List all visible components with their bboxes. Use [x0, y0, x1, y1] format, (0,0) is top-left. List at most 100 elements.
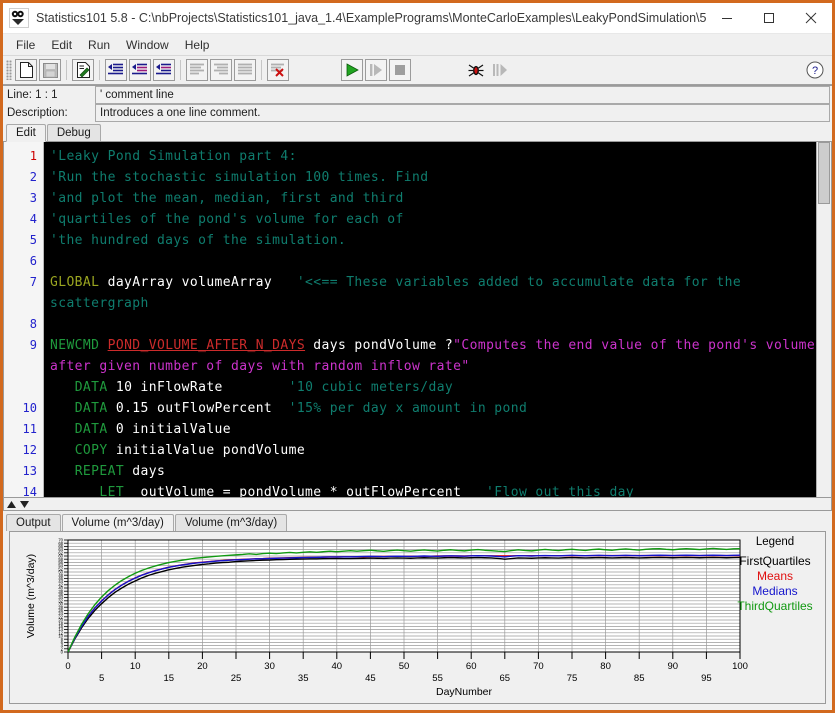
edit-icon[interactable]: [72, 59, 94, 81]
tab-edit[interactable]: Edit: [6, 124, 46, 142]
application-window: Statistics101 5.8 - C:\nbProjects\Statis…: [0, 0, 835, 713]
x-tick-label: 80: [600, 661, 611, 672]
scroll-arrows: [4, 500, 30, 509]
code-line: DATA 0.15 outFlowPercent '15% per day x …: [50, 398, 831, 419]
tab-output[interactable]: Output: [6, 514, 61, 531]
tab-volume-chart-2[interactable]: Volume (m^3/day): [175, 514, 287, 531]
tab-volume-chart-1[interactable]: Volume (m^3/day): [62, 514, 174, 531]
svg-text:?: ?: [812, 65, 818, 77]
code-token: LET: [50, 485, 124, 497]
description-label: Description:: [3, 104, 95, 122]
y-tick-label: 70: [58, 538, 63, 543]
step-icon[interactable]: [365, 59, 387, 81]
editor-vertical-scrollbar[interactable]: [816, 142, 831, 497]
legend-item-thirdquartiles[interactable]: ThirdQuartiles: [727, 599, 823, 613]
code-line: LET outVolume = pondVolume * outFlowPerc…: [50, 482, 831, 497]
new-file-icon[interactable]: [15, 59, 37, 81]
x-tick-label: 50: [399, 661, 410, 672]
code-line: 'Run the stochastic simulation 100 times…: [50, 167, 831, 188]
scroll-down-arrow-icon[interactable]: [19, 500, 30, 509]
toolbar-group-indent: [104, 59, 176, 81]
code-token: initialValue pondVolume: [108, 443, 305, 458]
line-label: Line: 1 : 1: [3, 86, 95, 104]
align-left-icon[interactable]: [186, 59, 208, 81]
align-right-icon[interactable]: [210, 59, 232, 81]
align-block-icon[interactable]: [234, 59, 256, 81]
code-token: 'Leaky Pond Simulation part 4:: [50, 149, 297, 164]
x-tick-label: 75: [567, 673, 578, 684]
code-line: NEWCMD POND_VOLUME_AFTER_N_DAYS days pon…: [50, 335, 831, 377]
code-token: DATA: [50, 380, 108, 395]
code-token: outVolume = pondVolume * outFlowPercent: [124, 485, 486, 497]
indent-line-icon[interactable]: [153, 59, 175, 81]
x-tick-label: 65: [500, 673, 511, 684]
menu-window[interactable]: Window: [118, 36, 177, 54]
legend-item-firstquartiles[interactable]: FirstQuartiles: [727, 554, 823, 568]
line-number: 4: [4, 209, 43, 230]
code-token: GLOBAL: [50, 275, 99, 290]
debug-step-icon[interactable]: [489, 59, 511, 81]
toolbar-separator: [66, 60, 67, 80]
code-text-area[interactable]: 'Leaky Pond Simulation part 4: 'Run the s…: [44, 142, 831, 497]
line-number: 12: [4, 440, 43, 461]
line-text-field: ' comment line: [95, 86, 830, 104]
x-tick-label: 100: [732, 661, 748, 672]
line-number: 14: [4, 482, 43, 498]
menu-bar: File Edit Run Window Help: [3, 34, 832, 56]
legend-item-medians[interactable]: Medians: [727, 584, 823, 598]
clear-icon[interactable]: [267, 59, 289, 81]
description-text-field: Introduces a one line comment.: [95, 104, 830, 122]
save-icon[interactable]: [39, 59, 61, 81]
close-button[interactable]: [790, 3, 832, 33]
maximize-button[interactable]: [748, 3, 790, 33]
legend-item-means[interactable]: Means: [727, 569, 823, 583]
editor-scroll-thumb[interactable]: [818, 142, 830, 204]
scroll-up-arrow-icon[interactable]: [6, 500, 17, 509]
x-tick-label: 25: [231, 673, 242, 684]
window-controls: [706, 3, 832, 33]
debug-bug-icon[interactable]: [465, 59, 487, 81]
tab-debug[interactable]: Debug: [47, 124, 101, 141]
code-token: 0.15 outFlowPercent: [108, 401, 289, 416]
code-line: REPEAT days: [50, 461, 831, 482]
line-label-text: Line:: [7, 89, 32, 101]
menu-run[interactable]: Run: [80, 36, 118, 54]
code-editor[interactable]: 1234567.89..101112131415. 'Leaky Pond Si…: [3, 142, 832, 498]
toolbar-grip[interactable]: [6, 60, 12, 80]
menu-file[interactable]: File: [8, 36, 43, 54]
code-token: COPY: [50, 443, 108, 458]
help-icon[interactable]: ?: [804, 59, 826, 81]
menu-edit[interactable]: Edit: [43, 36, 80, 54]
x-tick-label: 10: [130, 661, 141, 672]
x-tick-label: 0: [65, 661, 70, 672]
run-icon[interactable]: [341, 59, 363, 81]
line-number: 8: [4, 314, 43, 335]
editor-tab-bar: Edit Debug: [3, 122, 832, 142]
code-token: '15% per day x amount in pond: [289, 401, 528, 416]
chart-legend: Legend FirstQuartiles Means Medians Thir…: [727, 536, 823, 614]
x-axis-label: DayNumber: [436, 686, 493, 698]
code-token: NEWCMD: [50, 338, 99, 353]
description-row: Description: Introduces a one line comme…: [3, 104, 832, 122]
code-line: 'quartiles of the pond's volume for each…: [50, 209, 831, 230]
title-bar: Statistics101 5.8 - C:\nbProjects\Statis…: [3, 3, 832, 34]
menu-help[interactable]: Help: [177, 36, 218, 54]
line-chart: 0246810121416182022242628303234363840424…: [10, 532, 826, 704]
code-token: DATA: [50, 401, 108, 416]
x-tick-label: 40: [332, 661, 343, 672]
outdent-icon[interactable]: [129, 59, 151, 81]
indent-icon[interactable]: [105, 59, 127, 81]
stop-icon[interactable]: [389, 59, 411, 81]
code-token: dayArray volumeArray: [99, 275, 296, 290]
output-tab-bar: Output Volume (m^3/day) Volume (m^3/day): [3, 511, 832, 531]
minimize-button[interactable]: [706, 3, 748, 33]
line-number: 10: [4, 398, 43, 419]
editor-horizontal-scrollbar[interactable]: [3, 498, 832, 511]
code-line: 'the hundred days of the simulation.: [50, 230, 831, 251]
code-token: POND_VOLUME_AFTER_N_DAYS: [108, 338, 305, 353]
code-token: 'Run the stochastic simulation 100 times…: [50, 170, 428, 185]
x-tick-label: 30: [264, 661, 275, 672]
toolbar-group-align: [185, 59, 257, 81]
code-line: DATA 0 initialValue: [50, 419, 831, 440]
window-title: Statistics101 5.8 - C:\nbProjects\Statis…: [36, 11, 706, 25]
